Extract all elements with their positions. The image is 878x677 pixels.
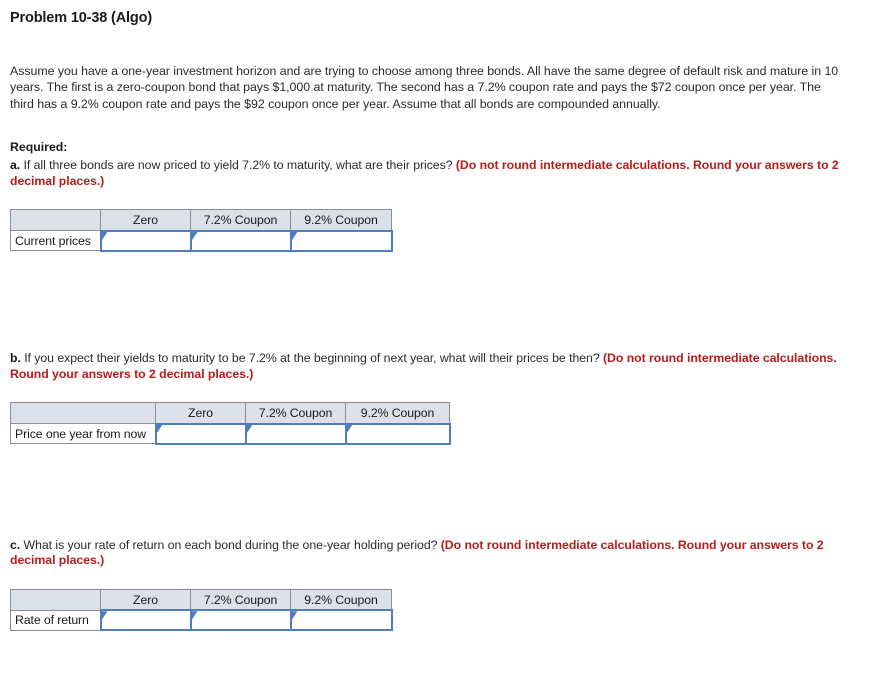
input-current-price-coupon-92[interactable] <box>291 231 391 250</box>
table-row: Rate of return <box>10 609 393 632</box>
question-b: b. If you expect their yields to maturit… <box>10 351 868 382</box>
input-rate-of-return-coupon-72[interactable] <box>191 611 290 630</box>
column-header-coupon-92: 9.2% Coupon <box>290 209 392 232</box>
input-cell-current-price-zero[interactable] <box>99 229 192 252</box>
column-header-coupon-92: 9.2% Coupon <box>290 588 392 611</box>
input-future-price-coupon-72[interactable] <box>246 424 345 443</box>
question-a-text: If all three bonds are now priced to yie… <box>20 158 456 173</box>
table-row: Current prices <box>10 229 393 252</box>
input-rate-of-return-coupon-92[interactable] <box>291 611 391 630</box>
column-header-coupon-72: 7.2% Coupon <box>190 588 291 611</box>
table-row: Price one year from now <box>10 422 451 445</box>
input-current-price-coupon-72[interactable] <box>191 231 290 250</box>
input-cell-future-price-coupon-92[interactable] <box>344 422 451 445</box>
row-label-current-prices: Current prices <box>10 230 101 252</box>
row-label-rate-of-return: Rate of return <box>10 609 101 631</box>
input-future-price-coupon-92[interactable] <box>346 424 449 443</box>
input-rate-of-return-zero[interactable] <box>101 611 190 630</box>
table-corner-cell <box>10 209 101 232</box>
input-current-price-zero[interactable] <box>101 231 190 250</box>
column-header-coupon-92: 9.2% Coupon <box>345 402 450 425</box>
spacer-a <box>10 252 868 351</box>
question-a: a. If all three bonds are now priced to … <box>10 158 868 189</box>
question-a-letter: a. <box>10 158 21 173</box>
question-c: c. What is your rate of return on each b… <box>10 538 868 569</box>
table-corner-cell <box>10 588 101 611</box>
question-b-letter: b. <box>10 350 21 365</box>
table-corner-cell <box>10 402 156 425</box>
spacer-b <box>10 445 868 538</box>
question-b-text: If you expect their yields to maturity t… <box>20 350 603 365</box>
problem-page: Problem 10-38 (Algo) Assume you have a o… <box>0 0 878 632</box>
column-header-zero: Zero <box>100 209 191 232</box>
answer-table-b: Zero 7.2% Coupon 9.2% Coupon Price one y… <box>10 402 451 445</box>
row-label-price-one-year-from-now: Price one year from now <box>10 423 156 445</box>
table-header-row: Zero 7.2% Coupon 9.2% Coupon <box>10 402 450 425</box>
page-title: Problem 10-38 (Algo) <box>10 10 153 26</box>
input-future-price-zero[interactable] <box>156 424 245 443</box>
input-cell-future-price-zero[interactable] <box>154 422 247 445</box>
column-header-zero: Zero <box>100 588 191 611</box>
input-cell-rate-of-return-coupon-92[interactable] <box>289 609 393 632</box>
answer-table-c: Zero 7.2% Coupon 9.2% Coupon Rate of ret… <box>10 588 393 632</box>
column-header-zero: Zero <box>155 402 246 425</box>
answer-table-a: Zero 7.2% Coupon 9.2% Coupon Current pri… <box>10 209 393 252</box>
column-header-coupon-72: 7.2% Coupon <box>245 402 346 425</box>
problem-statement: Assume you have a one-year investment ho… <box>10 64 839 111</box>
table-header-row: Zero 7.2% Coupon 9.2% Coupon <box>10 588 392 611</box>
required-label: Required: <box>10 140 68 155</box>
input-cell-current-price-coupon-92[interactable] <box>289 229 393 252</box>
question-c-letter: c. <box>10 537 21 552</box>
input-cell-rate-of-return-zero[interactable] <box>99 609 192 632</box>
question-c-text: What is your rate of return on each bond… <box>20 537 441 552</box>
input-cell-future-price-coupon-72[interactable] <box>244 422 347 445</box>
input-cell-current-price-coupon-72[interactable] <box>189 229 292 252</box>
column-header-coupon-72: 7.2% Coupon <box>190 209 291 232</box>
table-header-row: Zero 7.2% Coupon 9.2% Coupon <box>10 209 392 232</box>
input-cell-rate-of-return-coupon-72[interactable] <box>189 609 292 632</box>
